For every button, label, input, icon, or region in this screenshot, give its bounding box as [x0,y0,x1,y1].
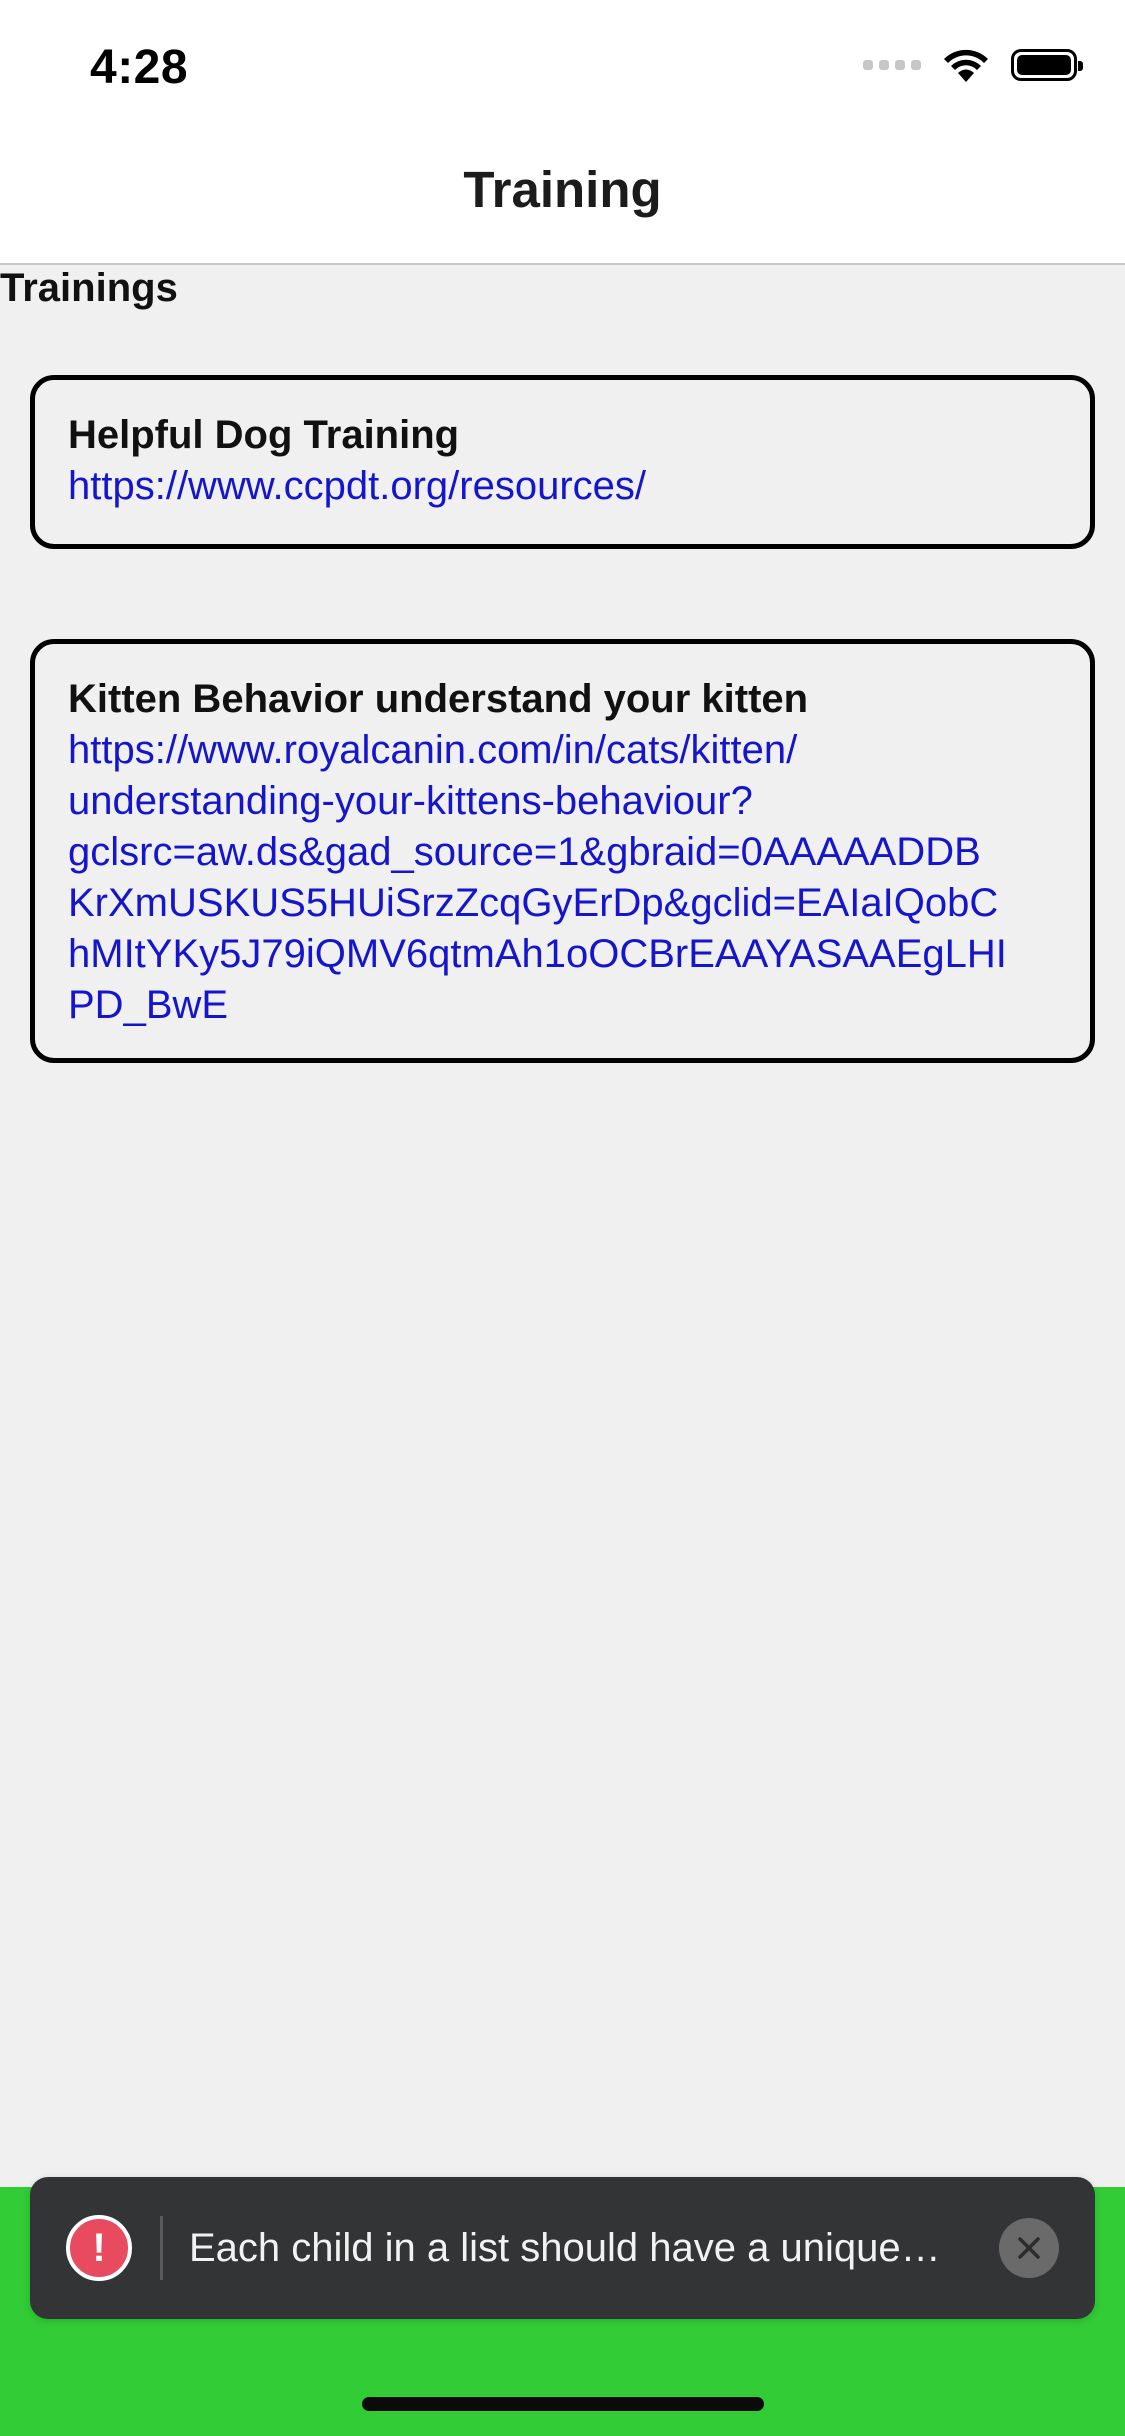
section-heading: Trainings [0,266,178,310]
toast-message: Each child in a list should have a uniqu… [189,2225,941,2270]
training-link-line: understanding-your-kittens-behaviour? [68,779,753,823]
error-toast[interactable]: ! Each child in a list should have a uni… [30,2177,1095,2319]
training-link-line: https://www.royalcanin.com/in/cats/kitte… [68,728,798,772]
training-link[interactable]: https://www.royalcanin.com/in/cats/kitte… [68,725,1060,1031]
battery-icon [1011,49,1083,81]
training-link-line: hMItYKy5J79iQMV6qtmAh1oOCBrEAAYASAAEgLHI [68,932,1007,976]
status-bar: 4:28 [0,0,1125,140]
training-card: Helpful Dog Training https://www.ccpdt.o… [30,375,1095,549]
screen: 4:28 Training Trainings Helpful Dog Trai… [0,0,1125,2436]
training-card: Kitten Behavior understand your kitten h… [30,639,1095,1063]
error-icon: ! [66,2215,132,2281]
training-title: Kitten Behavior understand your kitten [68,677,809,721]
wifi-icon [944,49,988,82]
home-indicator[interactable] [362,2397,764,2411]
cellular-signal-icon [863,60,921,70]
page-title: Training [463,161,662,218]
navigation-bar: Training [0,140,1125,265]
training-title: Helpful Dog Training [68,413,460,457]
status-time: 4:28 [90,41,189,94]
training-link-line: KrXmUSKUS5HUiSrzZcqGyErDp&gclid=EAIaIQob… [68,881,999,925]
toast-divider [160,2216,163,2280]
status-icons [863,48,1083,82]
training-link[interactable]: https://www.ccpdt.org/resources/ [68,461,1060,512]
training-link-line: gclsrc=aw.ds&gad_source=1&gbraid=0AAAAAD… [68,830,981,874]
training-link-line: PD_BwE [68,983,229,1027]
close-icon[interactable] [999,2218,1059,2278]
